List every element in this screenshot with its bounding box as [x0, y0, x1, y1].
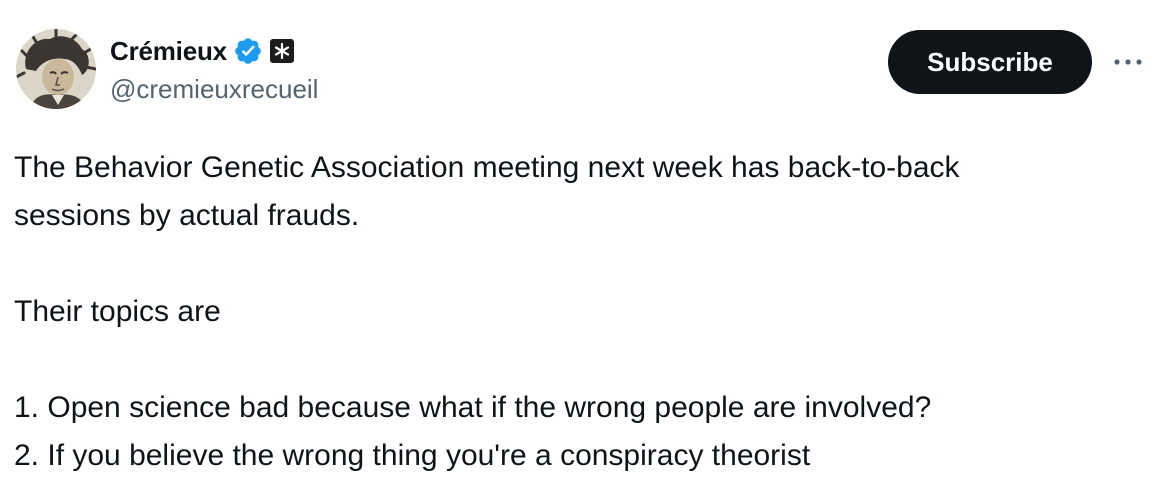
post-text-line: 1. Open science bad because what if the …: [14, 391, 932, 424]
name-row: Crémieux: [110, 32, 318, 70]
post-text-line: Their topics are: [14, 295, 221, 328]
post-text-line: The Behavior Genetic Association meeting…: [14, 151, 960, 184]
subscribe-button[interactable]: Subscribe: [888, 30, 1092, 94]
post-body: The Behavior Genetic Association meeting…: [14, 144, 1154, 480]
author-handle[interactable]: @cremieuxrecueil: [110, 74, 318, 105]
ellipsis-icon[interactable]: [1108, 42, 1148, 82]
display-name[interactable]: Crémieux: [110, 36, 227, 67]
verified-badge-icon: [233, 36, 263, 66]
post-text-line: 2. If you believe the wrong thing you're…: [14, 439, 811, 472]
post-header: Crémieux @cremieuxrecueil Subscribe: [14, 28, 1154, 114]
author-identity: Crémieux @cremieuxrecueil: [110, 32, 318, 105]
asterisk-badge-icon[interactable]: [269, 38, 295, 64]
avatar-caricature-image: [16, 29, 96, 109]
post-text-line: sessions by actual frauds.: [14, 199, 360, 232]
post-card: Crémieux @cremieuxrecueil Subscribe The …: [0, 0, 1160, 494]
avatar[interactable]: [16, 29, 96, 109]
